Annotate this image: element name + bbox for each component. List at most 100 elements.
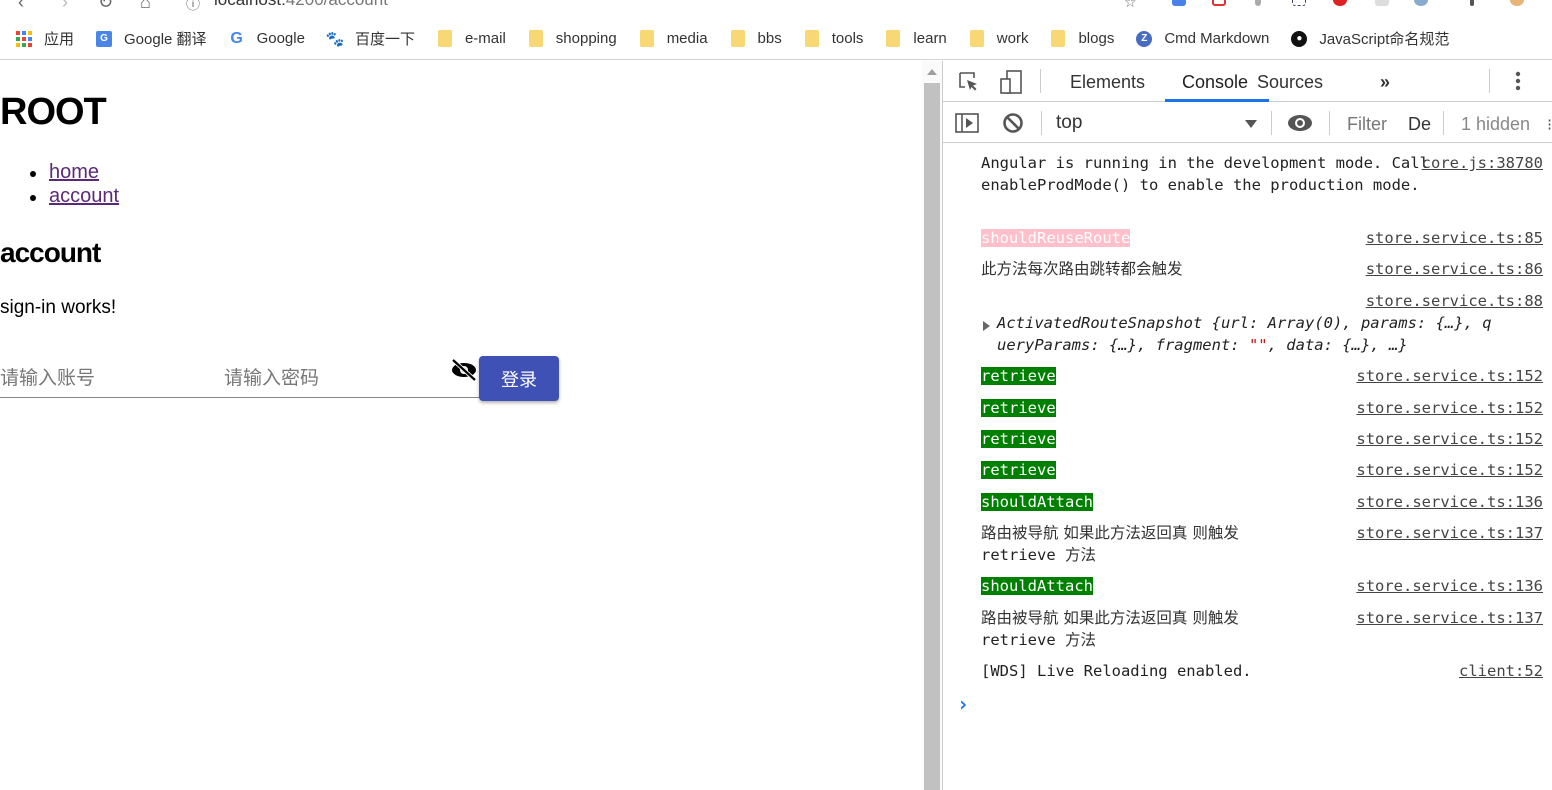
console-message: retrieve store.service.ts:152 [981, 428, 1543, 450]
message-text: retrieve [981, 461, 1056, 479]
folder-icon [639, 30, 655, 47]
source-link[interactable]: store.service.ts:152 [1356, 397, 1543, 419]
bookmark-label: 应用 [44, 31, 75, 48]
bookmark-baidu[interactable]: 🐾 百度一下 [325, 28, 415, 49]
profile-avatar[interactable] [1510, 0, 1524, 6]
clear-console-icon[interactable] [1002, 112, 1024, 139]
password-input[interactable] [224, 360, 480, 398]
address-bar[interactable]: localhost:4200/account [214, 0, 388, 10]
source-link[interactable]: store.service.ts:152 [1356, 459, 1543, 481]
extension-icon[interactable] [1292, 0, 1306, 6]
scroll-up-arrow-icon[interactable] [927, 69, 937, 75]
tab-sources[interactable]: Sources [1257, 72, 1323, 93]
bookmark-folder-email[interactable]: e-mail [437, 30, 506, 47]
source-link[interactable]: store.service.ts:152 [1356, 365, 1543, 387]
apps-grid-icon [16, 30, 32, 47]
folder-icon [437, 30, 453, 47]
message-text: retrieve 方法 [981, 629, 1543, 651]
object-preview[interactable]: ActivatedRouteSnapshot {url: Array(0), p… [983, 312, 1552, 356]
inspect-element-icon[interactable] [958, 71, 980, 98]
extension-icon[interactable] [1375, 0, 1389, 6]
more-tabs-button[interactable]: » [1380, 72, 1390, 93]
sign-in-message: sign-in works! [0, 297, 117, 318]
bookmark-folder-blogs[interactable]: blogs [1050, 30, 1114, 47]
source-link[interactable]: store.service.ts:85 [1366, 227, 1543, 249]
tab-console[interactable]: Console [1182, 72, 1248, 93]
log-levels-dropdown[interactable]: De [1408, 114, 1431, 135]
live-expression-eye-icon[interactable] [1287, 114, 1313, 137]
bookmark-google[interactable]: G Google [229, 30, 305, 48]
settings-icon[interactable]: ⁝ [1547, 115, 1552, 135]
divider [1443, 111, 1444, 135]
bookmark-folder-bbs[interactable]: bbs [730, 30, 782, 47]
sidebar-toggle-icon[interactable] [955, 112, 979, 139]
account-input[interactable] [0, 360, 224, 398]
source-link[interactable]: store.service.ts:88 [1366, 290, 1543, 312]
adblock-icon[interactable] [1333, 0, 1347, 6]
source-link[interactable]: store.service.ts:152 [1356, 428, 1543, 450]
source-link[interactable]: core.js:38780 [1422, 152, 1543, 174]
bookmark-label: Google [256, 30, 305, 47]
google-translate-icon: G [96, 30, 113, 47]
message-text-part: retrieve [981, 631, 1065, 649]
console-message: Angular is running in the development mo… [981, 152, 1543, 196]
message-text: shouldAttach [981, 577, 1093, 595]
bookmark-label: JavaScript命名规范 [1319, 31, 1450, 48]
source-link[interactable]: store.service.ts:136 [1356, 491, 1543, 513]
bookmark-folder-tools[interactable]: tools [804, 30, 864, 47]
home-icon[interactable]: ⌂ [140, 0, 151, 13]
reload-icon[interactable]: ↻ [98, 0, 113, 13]
extension-icon[interactable] [1172, 0, 1186, 6]
extension-icon[interactable] [1255, 0, 1261, 6]
chevron-down-icon[interactable] [1245, 120, 1257, 128]
account-link[interactable]: account [49, 185, 119, 207]
bookmark-folder-work[interactable]: work [969, 30, 1028, 47]
star-icon[interactable]: ☆ [1124, 0, 1137, 11]
context-selector[interactable]: top [1056, 112, 1082, 134]
bookmark-label: tools [831, 30, 864, 47]
baidu-icon: 🐾 [325, 30, 345, 48]
login-button[interactable]: 登录 [479, 356, 559, 401]
bookmark-label: blogs [1078, 30, 1115, 47]
nav-item: account [30, 185, 119, 209]
bookmark-label: Cmd Markdown [1164, 30, 1270, 47]
divider [1329, 111, 1330, 135]
eye-off-icon[interactable] [450, 358, 478, 382]
bookmarks-bar: 应用 G Google 翻译 G Google 🐾 百度一下 e-mail sh… [0, 18, 1552, 60]
bookmark-javascript-naming[interactable]: ● JavaScript命名规范 [1291, 28, 1449, 49]
extension-icon[interactable] [1414, 0, 1428, 6]
bookmark-apps[interactable]: 应用 [16, 28, 74, 49]
console-toolbar: top Filter De 1 hidden ⁝ [943, 103, 1552, 143]
console-prompt-chevron-icon[interactable]: › [957, 692, 969, 716]
filter-input[interactable]: Filter [1347, 114, 1387, 135]
section-title: account [0, 237, 101, 268]
source-link[interactable]: store.service.ts:137 [1356, 607, 1543, 629]
device-toolbar-icon[interactable] [999, 69, 1023, 100]
page-scrollbar[interactable] [922, 61, 942, 790]
divider [1041, 111, 1042, 135]
console-message: shouldAttach store.service.ts:136 [981, 491, 1543, 513]
site-info-icon[interactable]: ⓘ [186, 0, 200, 14]
forward-icon[interactable]: › [62, 0, 68, 13]
bookmark-google-translate[interactable]: G Google 翻译 [96, 28, 207, 49]
source-link[interactable]: store.service.ts:86 [1366, 258, 1543, 280]
source-link[interactable]: store.service.ts:136 [1356, 575, 1543, 597]
bookmark-folder-shopping[interactable]: shopping [528, 30, 617, 47]
home-link[interactable]: home [49, 161, 99, 183]
tab-elements[interactable]: Elements [1070, 72, 1145, 93]
back-icon[interactable]: ‹ [18, 0, 24, 13]
message-text: retrieve [981, 430, 1056, 448]
extension-icon[interactable] [1212, 0, 1226, 6]
source-link[interactable]: client:52 [1459, 660, 1543, 682]
extension-icon[interactable] [1470, 0, 1474, 6]
bookmark-cmd-markdown[interactable]: Z Cmd Markdown [1136, 30, 1269, 47]
more-options-icon[interactable] [1515, 70, 1521, 97]
bookmark-folder-media[interactable]: media [639, 30, 708, 47]
source-link[interactable]: store.service.ts:137 [1356, 522, 1543, 544]
message-text-part: retrieve [981, 546, 1065, 564]
message-text: shouldReuseRoute [981, 229, 1131, 247]
expand-triangle-icon[interactable] [983, 321, 990, 331]
url-host: localhost: [214, 0, 286, 9]
scrollbar-thumb[interactable] [924, 83, 940, 790]
bookmark-folder-learn[interactable]: learn [885, 30, 947, 47]
